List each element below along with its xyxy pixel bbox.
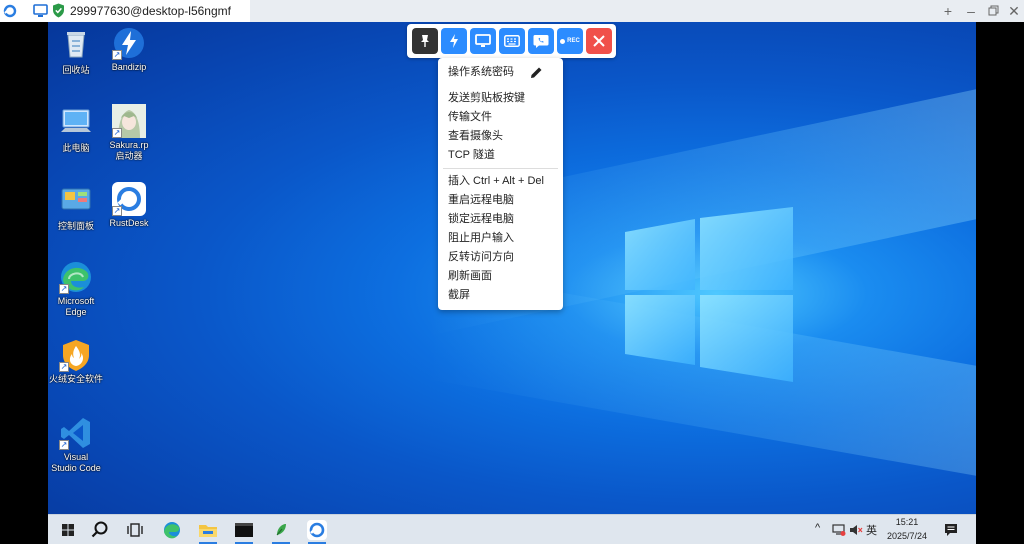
desktop-icon-label: 此电脑 [62,143,90,153]
desktop-icon-label: Sakura.rp [109,140,149,150]
chat-icon [533,34,549,48]
desktop-icon-label: 回收站 [62,65,90,75]
desktop-icon-label: Studio Code [51,463,101,473]
menu-item-screenshot[interactable]: 截屏 [448,287,470,304]
chat-button[interactable] [528,28,554,54]
computer-icon [61,109,91,132]
shortcut-arrow-icon: ↗ [59,440,69,450]
leaf-app-icon[interactable] [270,519,292,541]
monitor-icon [33,4,48,17]
volume-muted-icon[interactable] [849,523,863,537]
desktop-icon-control-panel[interactable]: 控制面板 [48,182,104,232]
desktop-icon-label: 控制面板 [57,221,94,231]
keyboard-icon [504,35,520,47]
lightning-icon [450,34,458,48]
rustdesk-taskbar-icon[interactable] [306,519,328,541]
task-view-icon[interactable] [124,519,146,541]
desktop-icon-this-pc[interactable]: 此电脑 [48,104,104,154]
menu-item-restart-remote[interactable]: 重启远程电脑 [448,192,514,209]
recycle-bin-icon [67,32,85,58]
menu-item-lock-remote[interactable]: 锁定远程电脑 [448,211,514,228]
record-label: REC [567,38,580,44]
close-window-icon[interactable]: ✕ [1006,3,1022,19]
actions-menu: 操作系统密码 发送剪贴板按键 传输文件 查看摄像头 TCP 隧道 插入 Ctrl… [438,58,563,310]
menu-item-block-input[interactable]: 阻止用户输入 [448,230,514,247]
desktop-icon-vscode[interactable]: ↗ Visual Studio Code [48,416,104,474]
menu-item-view-camera[interactable]: 查看摄像头 [448,128,503,145]
close-session-button[interactable] [586,28,612,54]
menu-item-send-clipboard-keys[interactable]: 发送剪贴板按键 [448,90,525,107]
minimize-icon[interactable]: – [963,3,979,19]
ime-indicator[interactable]: 英 [866,522,877,538]
remote-taskbar: ^ 英 15:21 2025/7/24 [48,514,976,544]
pin-toolbar-button[interactable] [412,28,438,54]
desktop-icon-label: 火绒安全软件 [48,374,103,384]
show-hidden-icons[interactable]: ^ [815,522,820,534]
edge-taskbar-icon[interactable] [161,519,183,541]
shortcut-arrow-icon: ↗ [112,128,122,138]
add-tab-icon[interactable]: + [940,3,956,19]
desktop-icon-label: Edge [65,307,87,317]
menu-item-ctrl-alt-del[interactable]: 插入 Ctrl + Alt + Del [448,173,544,190]
session-toolbar: REC [407,24,616,58]
actions-button[interactable] [441,28,467,54]
menu-item-transfer-file[interactable]: 传输文件 [448,109,492,126]
desktop-icon-label: Microsoft [57,296,95,306]
desktop-icon-label: 启动器 [115,151,143,161]
desktop-icon-label: Visual [63,452,89,462]
start-windows-icon[interactable] [57,519,79,541]
desktop-icon-bandizip[interactable]: ↗ Bandizip [101,26,157,73]
title-bar: 299977630@desktop-l56ngmf + – ✕ [0,0,1024,22]
menu-item-os-password[interactable]: 操作系统密码 [448,64,514,81]
notification-icon[interactable] [944,523,958,537]
display-icon [475,34,491,47]
shortcut-arrow-icon: ↗ [59,284,69,294]
clock-time[interactable]: 15:21 [886,517,928,527]
file-explorer-icon[interactable] [197,519,219,541]
record-icon [560,38,566,44]
windows-wallpaper-logo [625,207,793,382]
desktop-icon-edge[interactable]: ↗ Microsoft Edge [48,260,104,318]
desktop-icon-label: RustDesk [109,218,149,228]
pin-icon [421,35,429,47]
terminal-icon[interactable] [233,519,255,541]
network-icon[interactable] [832,523,846,537]
desktop-icon-huorong[interactable]: ↗ 火绒安全软件 [48,338,104,385]
rustdesk-logo-icon[interactable] [3,4,17,18]
shortcut-arrow-icon: ↗ [112,50,122,60]
record-button[interactable]: REC [557,28,583,54]
desktop-icon-rustdesk[interactable]: ↗ RustDesk [101,182,157,229]
menu-item-switch-sides[interactable]: 反转访问方向 [448,249,514,266]
desktop-icon-label: Bandizip [111,62,147,72]
shortcut-arrow-icon: ↗ [112,206,122,216]
display-settings-button[interactable] [470,28,496,54]
keyboard-settings-button[interactable] [499,28,525,54]
menu-separator [443,168,558,169]
session-tab[interactable]: 299977630@desktop-l56ngmf [0,0,250,22]
search-icon[interactable] [89,519,111,541]
desktop-icon-sakura[interactable]: ↗ Sakura.rp 启动器 [101,104,157,162]
clock-date[interactable]: 2025/7/24 [884,531,930,541]
menu-item-refresh[interactable]: 刷新画面 [448,268,492,285]
desktop-icon-recycle-bin[interactable]: 回收站 [48,26,104,76]
menu-item-tcp-tunnel[interactable]: TCP 隧道 [448,147,495,164]
shield-icon [53,3,64,18]
control-panel-icon [61,188,91,210]
close-icon [593,35,605,47]
connection-title: 299977630@desktop-l56ngmf [70,4,231,18]
shortcut-arrow-icon: ↗ [59,362,69,372]
restore-icon[interactable] [985,3,1001,19]
edit-pencil-icon[interactable] [530,66,543,79]
